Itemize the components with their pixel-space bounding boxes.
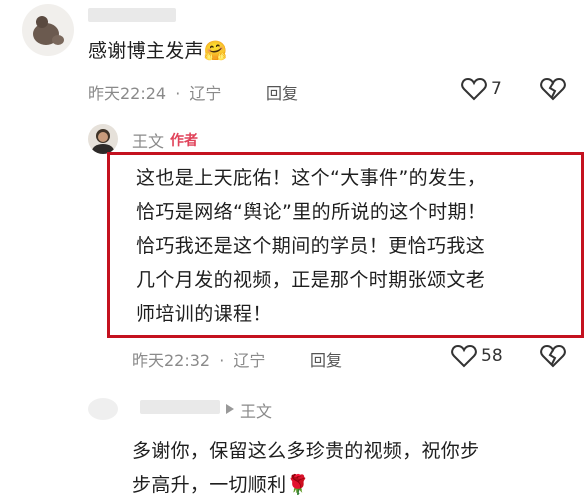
broken-heart-icon[interactable] [540,77,566,101]
highlighted-reply: 这也是上天庇佑！这个“大事件”的发生， 恰巧是网络“舆论”里的所说的这个时期！ … [107,152,584,338]
comment-text-line: 多谢你，保留这么多珍贵的视频，祝你步 [132,440,480,462]
like-count: 7 [491,79,502,99]
reply-line: 这也是上天庇佑！这个“大事件”的发生， [136,167,487,189]
comment-meta: 昨天22:24 · 辽宁 [88,84,222,103]
heart-outline-icon[interactable] [451,344,477,368]
commenter-avatar[interactable] [22,4,74,56]
commenter-avatar-blurred[interactable] [88,398,118,420]
author-avatar[interactable] [88,124,118,154]
broken-heart-icon[interactable] [540,344,566,368]
rose-emoji: 🌹 [286,474,311,496]
reply-button[interactable]: 回复 [266,80,298,104]
reply-line: 恰巧我还是这个期间的学员！更恰巧我这 [136,235,486,257]
like-count: 58 [481,346,503,366]
commenter-name-blurred [88,8,176,22]
reply-time: 昨天22:32 [132,351,211,370]
reply-line: 几个月发的视频，正是那个时期张颂文老 [136,269,486,291]
reply-to-name[interactable]: 王文 [240,398,272,422]
reply-location: 辽宁 [233,351,266,370]
hug-emoji: 🤗 [203,40,228,62]
heart-outline-icon[interactable] [461,77,487,101]
author-name[interactable]: 王文 [132,128,164,152]
comment-time: 昨天22:24 [88,84,167,103]
comment-text-line: 步高升，一切顺利🌹 [132,474,311,496]
reply-button[interactable]: 回复 [310,347,342,371]
commenter-name-blurred [140,400,220,414]
comment-location: 辽宁 [189,84,222,103]
author-tag-badge: 作者 [170,133,198,149]
reply-line: 师培训的课程！ [136,303,272,325]
reply-meta: 昨天22:32 · 辽宁 [132,351,266,370]
comment-text: 感谢博主发声🤗 [88,40,228,62]
reply-line: 恰巧是网络“舆论”里的所说的这个时期！ [136,201,487,223]
reply-arrow-icon [226,404,234,414]
